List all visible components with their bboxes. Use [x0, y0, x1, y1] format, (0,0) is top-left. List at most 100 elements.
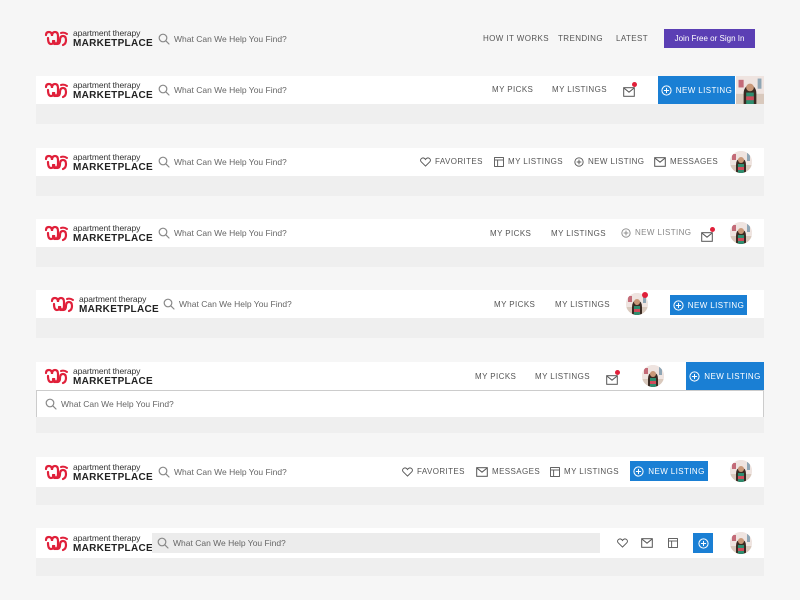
listings-icon [550, 467, 560, 477]
content-strip [36, 558, 764, 576]
search-field[interactable]: What Can We Help You Find? [158, 31, 287, 47]
nav-messages[interactable]: MESSAGES [654, 157, 718, 167]
nav-my-listings[interactable]: MY LISTINGS [494, 157, 563, 167]
search-field[interactable]: What Can We Help You Find? [158, 464, 287, 480]
my-listings-button[interactable] [667, 537, 679, 549]
new-listing-button[interactable]: NEW LISTING [670, 295, 747, 315]
content-strip [36, 176, 764, 196]
nav-my-listings[interactable]: MY LISTINGS [551, 229, 606, 239]
new-listing-button[interactable] [693, 533, 713, 553]
avatar[interactable] [730, 151, 752, 173]
nav-my-picks[interactable]: MY PICKS [475, 372, 516, 382]
nav-new-listing[interactable]: NEW LISTING [574, 157, 644, 167]
nav-messages-label: MESSAGES [492, 467, 541, 476]
plus-circle-icon [698, 538, 709, 549]
brand-logo[interactable]: apartment therapy MARKETPLACE [44, 534, 153, 554]
nav-new-listing[interactable]: NEW LISTING [621, 228, 691, 238]
nav-my-picks[interactable]: MY PICKS [490, 229, 531, 239]
avatar[interactable] [730, 532, 752, 554]
brand-line1: apartment therapy [73, 152, 141, 162]
notification-dot [710, 227, 715, 232]
notification-dot [615, 370, 620, 375]
search-field[interactable]: What Can We Help You Find? [163, 296, 292, 312]
plus-circle-icon [673, 300, 684, 311]
search-placeholder: What Can We Help You Find? [174, 85, 287, 95]
logo-icon [44, 82, 70, 100]
search-input[interactable]: What Can We Help You Find? [152, 533, 600, 553]
brand-line2: MARKETPLACE [73, 89, 153, 101]
brand-logo[interactable]: apartment therapy MARKETPLACE [44, 367, 153, 387]
new-listing-label: NEW LISTING [687, 300, 745, 310]
logo-icon [44, 368, 70, 386]
nav-my-listings[interactable]: MY LISTINGS [550, 467, 619, 477]
brand-logo[interactable]: apartment therapy MARKETPLACE [44, 224, 153, 244]
nav-my-listings[interactable]: MY LISTINGS [535, 372, 590, 382]
header-v8: apartment therapy MARKETPLACE What Can We… [36, 528, 764, 558]
search-placeholder: What Can We Help You Find? [174, 34, 287, 44]
avatar[interactable] [642, 365, 664, 387]
header-v4: apartment therapy MARKETPLACE What Can We… [36, 219, 764, 247]
messages-button[interactable] [606, 370, 620, 382]
new-listing-label: NEW LISTING [704, 371, 761, 381]
search-placeholder: What Can We Help You Find? [61, 399, 174, 409]
nav-latest[interactable]: LATEST [616, 34, 648, 44]
search-placeholder: What Can We Help You Find? [173, 538, 286, 548]
join-signin-button[interactable]: Join Free or Sign In [664, 29, 755, 48]
search-icon [158, 227, 170, 239]
notification-dot [632, 82, 637, 87]
search-icon [158, 466, 170, 478]
header-v2: apartment therapy MARKETPLACE What Can We… [36, 76, 764, 104]
new-listing-button[interactable]: NEW LISTING [630, 461, 708, 481]
logo-icon [44, 535, 70, 553]
nav-my-listings[interactable]: MY LISTINGS [552, 85, 607, 95]
nav-favorites[interactable]: FAVORITES [402, 467, 465, 477]
search-field[interactable]: What Can We Help You Find? [158, 225, 287, 241]
brand-logo[interactable]: apartment therapy MARKETPLACE [44, 153, 153, 173]
favorites-button[interactable] [616, 537, 628, 549]
nav-my-picks[interactable]: MY PICKS [494, 300, 535, 310]
nav-trending[interactable]: TRENDING [558, 34, 603, 44]
brand-logo[interactable]: apartment therapy MARKETPLACE [44, 463, 153, 483]
brand-logo[interactable]: apartment therapy MARKETPLACE [44, 29, 153, 49]
search-icon [158, 84, 170, 96]
plus-circle-icon [633, 466, 644, 477]
avatar[interactable] [730, 222, 752, 244]
avatar[interactable] [730, 460, 752, 482]
heart-icon [420, 157, 431, 167]
brand-line1: apartment therapy [73, 533, 141, 543]
search-placeholder: What Can We Help You Find? [174, 467, 287, 477]
content-strip [36, 247, 764, 267]
search-icon [158, 156, 170, 168]
search-input[interactable]: What Can We Help You Find? [36, 390, 764, 418]
new-listing-button[interactable]: NEW LISTING [686, 362, 764, 390]
nav-my-picks[interactable]: MY PICKS [492, 85, 533, 95]
header-v3: apartment therapy MARKETPLACE What Can We… [36, 148, 764, 176]
new-listing-button[interactable]: NEW LISTING [658, 76, 735, 104]
header-v1: apartment therapy MARKETPLACE What Can We… [36, 22, 764, 56]
avatar[interactable] [736, 76, 764, 104]
nav-how-it-works[interactable]: HOW IT WORKS [483, 34, 549, 44]
header-v7: apartment therapy MARKETPLACE What Can We… [36, 457, 764, 487]
listings-icon [494, 157, 504, 167]
nav-my-listings-label: MY LISTINGS [564, 467, 619, 476]
listings-icon [668, 538, 678, 548]
messages-button[interactable] [641, 537, 653, 549]
nav-my-listings-label: MY LISTINGS [508, 157, 563, 166]
plus-circle-icon [689, 371, 700, 382]
nav-favorites[interactable]: FAVORITES [420, 157, 483, 167]
nav-messages[interactable]: MESSAGES [476, 467, 540, 477]
messages-button[interactable] [623, 82, 637, 94]
search-field[interactable]: What Can We Help You Find? [158, 154, 287, 170]
brand-line2: MARKETPLACE [73, 37, 153, 49]
brand-line1: apartment therapy [73, 80, 141, 90]
brand-line1: apartment therapy [79, 294, 147, 304]
search-icon [45, 398, 57, 410]
messages-button[interactable] [701, 227, 715, 239]
search-placeholder: What Can We Help You Find? [174, 157, 287, 167]
header-v6: apartment therapy MARKETPLACE MY PICKS MY… [36, 362, 764, 390]
brand-line2: MARKETPLACE [73, 542, 153, 554]
brand-logo[interactable]: apartment therapy MARKETPLACE [50, 295, 159, 315]
search-field[interactable]: What Can We Help You Find? [158, 82, 287, 98]
nav-my-listings[interactable]: MY LISTINGS [555, 300, 610, 310]
brand-logo[interactable]: apartment therapy MARKETPLACE [44, 81, 153, 101]
